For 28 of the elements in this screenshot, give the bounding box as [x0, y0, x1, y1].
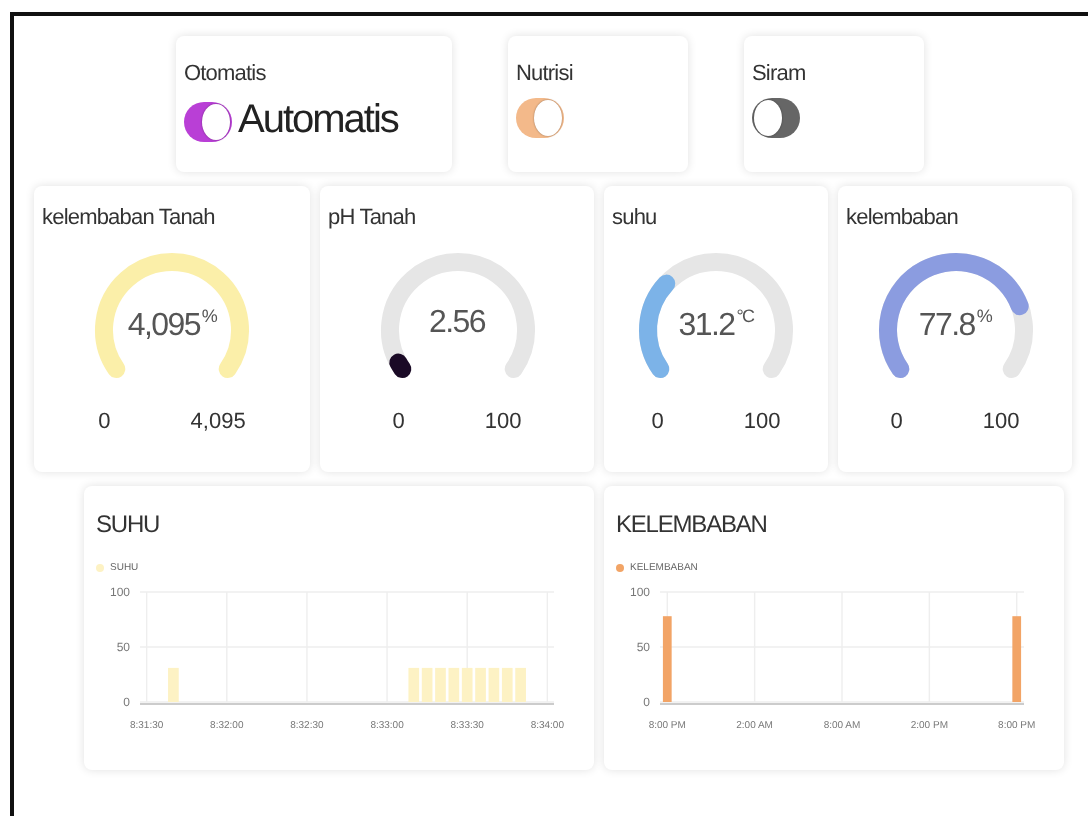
toggle-switch[interactable] — [752, 98, 800, 138]
gauge-title: kelembaban — [846, 206, 958, 230]
gauge-max: 100 — [484, 410, 522, 434]
gauge-value: 31.2$^{°C}$ — [676, 306, 756, 345]
gauge-title: kelembaban Tanah — [42, 206, 215, 230]
gauge-min: 0 — [392, 410, 405, 434]
gauge-min: 0 — [651, 410, 664, 434]
switch-label: Nutrisi — [516, 62, 575, 86]
chart-bar — [168, 667, 179, 702]
gauge-value: 77.8$^{%}$ — [916, 306, 994, 345]
gauge-min: 0 — [890, 410, 903, 434]
chart-title: SUHU — [96, 510, 162, 538]
gauge-max: 100 — [982, 410, 1020, 434]
toggle-switch[interactable] — [184, 101, 232, 141]
gauge-max: 100 — [743, 410, 781, 434]
chart-title: KELEMBABAN — [616, 510, 769, 538]
switch-label: Siram — [752, 62, 808, 86]
chart-bar — [662, 616, 672, 702]
toggle-switch[interactable] — [516, 98, 564, 138]
gauge-value: 4,095$^{%}$ — [125, 306, 219, 345]
gauge-max: 4,095 — [190, 410, 246, 434]
gauge-value: 2.56 — [427, 306, 487, 342]
chart-bar — [1012, 616, 1022, 702]
gauge-title: suhu — [612, 206, 657, 230]
gauge-title: pH Tanah — [328, 206, 416, 230]
gauge-min: 0 — [98, 410, 111, 434]
switch-state: Automatis — [238, 98, 398, 144]
switch-label: Otomatis — [184, 62, 268, 86]
